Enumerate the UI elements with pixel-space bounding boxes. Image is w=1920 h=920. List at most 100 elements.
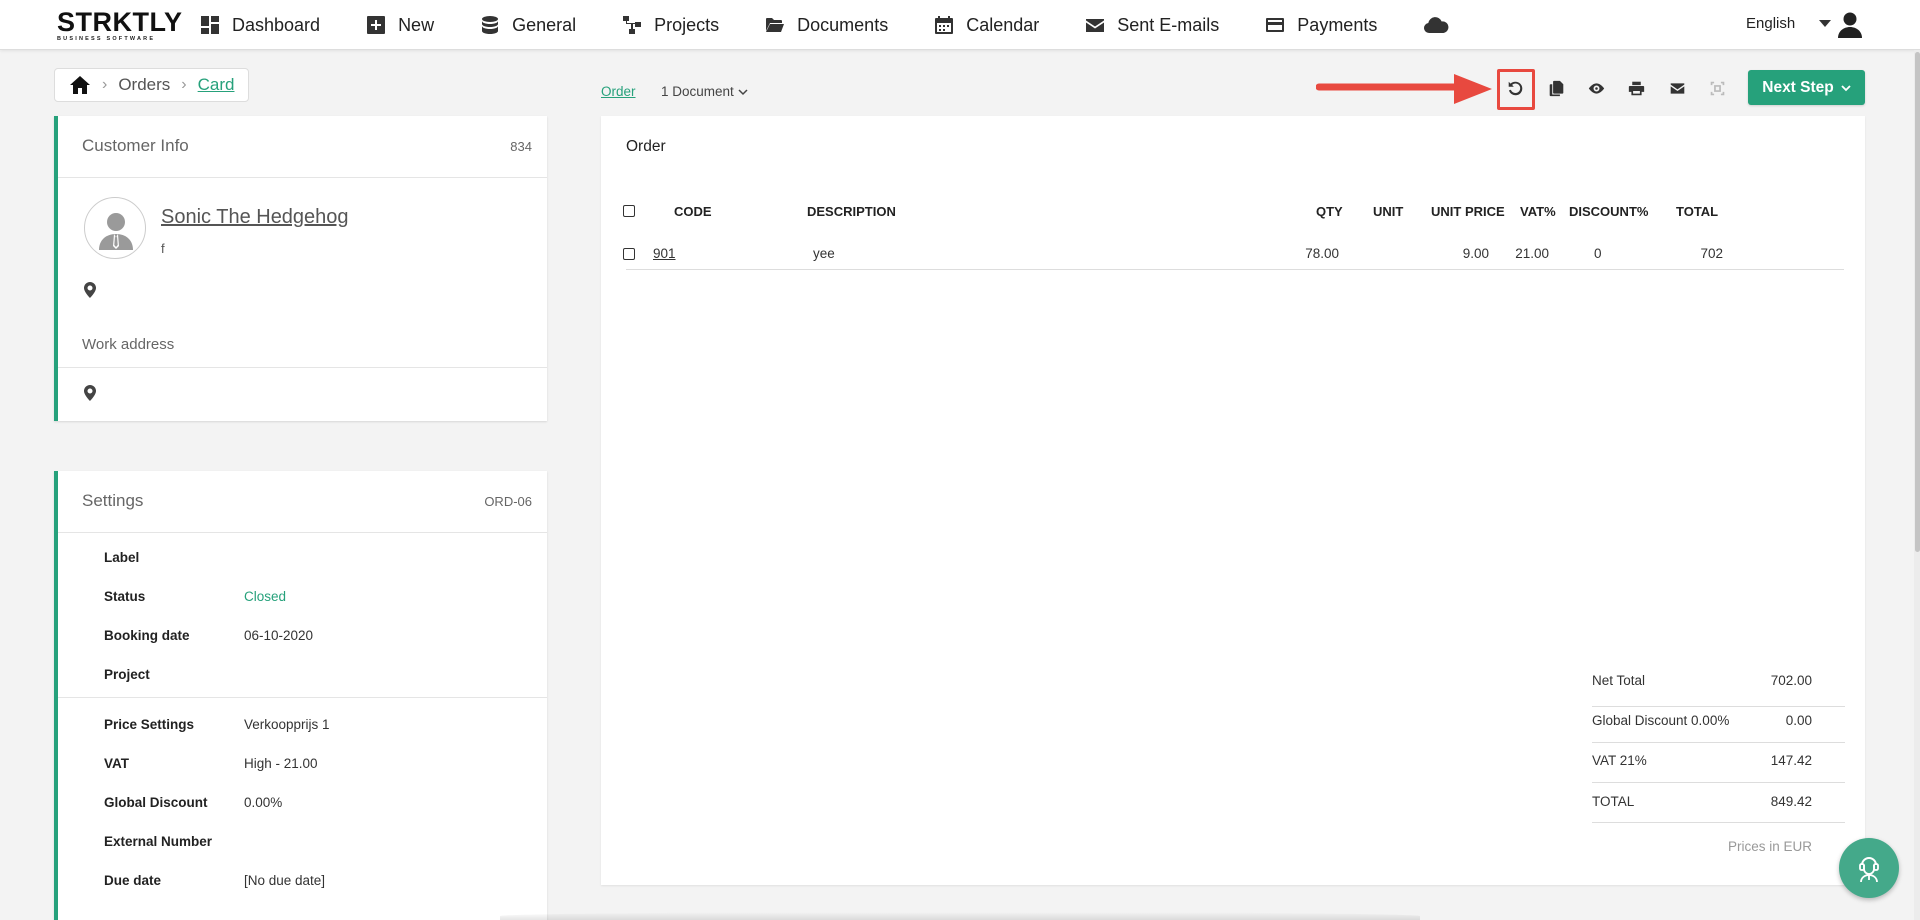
setting-label: External Number [104, 834, 213, 849]
grand-total-value: 849.42 [1770, 794, 1812, 809]
main-menu: Dashboard New General Projects Documents… [200, 0, 1495, 50]
dashboard-icon [201, 16, 219, 34]
plus-square-icon [367, 16, 386, 34]
chevron-right-icon: › [102, 76, 108, 93]
nav-item-label: Payments [1297, 14, 1378, 35]
cloud-icon [1424, 17, 1449, 33]
column-header-qty[interactable]: QTY [1316, 204, 1343, 219]
caret-down-icon [1819, 20, 1832, 27]
totals-divider [1592, 742, 1845, 743]
row-total: 702 [1700, 246, 1723, 261]
row-description: yee [813, 246, 835, 261]
totals-divider [1592, 706, 1845, 707]
column-header-vat[interactable]: VAT% [1520, 204, 1556, 219]
setting-label: Label [104, 550, 140, 565]
undo-icon [1508, 81, 1522, 95]
totals-divider [1592, 822, 1845, 823]
setting-label: Project [104, 667, 150, 682]
home-icon[interactable] [69, 75, 91, 95]
column-header-total[interactable]: TOTAL [1676, 204, 1718, 219]
document-type-link[interactable]: Order [601, 84, 636, 99]
row-unit-price: 9.00 [1462, 246, 1489, 261]
column-header-unit-price[interactable]: UNIT PRICE [1431, 204, 1505, 219]
breadcrumb-orders[interactable]: Orders [118, 75, 170, 95]
crop-button[interactable] [1707, 78, 1727, 98]
column-header-unit[interactable]: UNIT [1373, 204, 1403, 219]
bottom-shadow [500, 912, 1420, 920]
credit-card-icon [1266, 18, 1285, 32]
vat-total-label: VAT 21% [1592, 753, 1647, 768]
nav-item-dashboard[interactable]: Dashboard [200, 15, 320, 36]
work-address-label: Work address [82, 336, 175, 353]
print-button[interactable] [1626, 78, 1646, 98]
nav-item-general[interactable]: General [480, 15, 576, 36]
document-panel: Order CODE DESCRIPTION QTY UNIT UNIT PRI… [601, 116, 1865, 885]
nav-item-new[interactable]: New [366, 15, 434, 36]
column-header-code[interactable]: CODE [674, 204, 712, 219]
crop-icon [1710, 81, 1724, 95]
support-chat-button[interactable] [1839, 838, 1899, 898]
copy-button[interactable] [1546, 78, 1566, 98]
booking-date-value[interactable]: 06-10-2020 [244, 628, 313, 643]
prices-currency-note: Prices in EUR [1727, 839, 1812, 854]
nav-item-calendar[interactable]: Calendar [934, 15, 1039, 36]
language-selector[interactable]: English [1746, 15, 1832, 32]
support-agent-icon [1859, 857, 1879, 883]
email-button[interactable] [1667, 78, 1687, 98]
status-value[interactable]: Closed [244, 589, 286, 604]
document-count-dropdown[interactable]: 1 Document [661, 84, 748, 99]
setting-label: Status [104, 589, 146, 604]
settings-card: Settings ORD-06 Label Status Closed Book… [54, 471, 547, 920]
row-qty: 78.00 [1305, 246, 1339, 261]
logo-text: STRKTLY [57, 7, 183, 37]
price-settings-value[interactable]: Verkoopprijs 1 [244, 717, 330, 732]
document-title: Order [626, 138, 666, 155]
preview-button[interactable] [1586, 78, 1606, 98]
nav-item-label: Projects [654, 14, 720, 35]
page-scrollbar-thumb[interactable] [1915, 52, 1920, 552]
database-icon [482, 16, 499, 34]
due-date-value[interactable]: [No due date] [244, 873, 325, 888]
setting-label: VAT [104, 756, 129, 771]
card-title: Customer Info [82, 136, 189, 155]
map-marker-icon [84, 282, 96, 298]
column-header-discount[interactable]: DISCOUNT% [1569, 204, 1648, 219]
card-title: Settings [82, 491, 144, 510]
vat-value[interactable]: High - 21.00 [244, 756, 318, 771]
column-header-description[interactable]: DESCRIPTION [807, 204, 896, 219]
net-total-value: 702.00 [1770, 673, 1812, 688]
nav-item-label: Sent E-mails [1117, 14, 1220, 35]
user-icon[interactable] [1836, 11, 1864, 39]
divider [58, 367, 547, 368]
logo[interactable]: STRKTLY BUSINESS SOFTWARE [57, 7, 183, 43]
breadcrumb-card[interactable]: Card [198, 75, 235, 95]
top-navbar: STRKTLY BUSINESS SOFTWARE Dashboard New … [0, 0, 1920, 50]
customer-name-link[interactable]: Sonic The Hedgehog [161, 206, 349, 229]
nav-item-cloud[interactable] [1423, 14, 1449, 36]
select-all-checkbox[interactable] [623, 205, 635, 217]
breadcrumb: › Orders › Card [54, 68, 250, 102]
global-discount-value[interactable]: 0.00% [244, 795, 282, 810]
divider [58, 697, 547, 698]
nav-item-projects[interactable]: Projects [622, 15, 719, 36]
totals-divider [1592, 782, 1845, 783]
row-vat: 21.00 [1515, 246, 1549, 261]
setting-label: Due date [104, 873, 162, 888]
row-checkbox[interactable] [623, 248, 635, 260]
envelope-icon [1670, 82, 1684, 94]
row-divider [626, 269, 1844, 270]
nav-item-sent-emails[interactable]: Sent E-mails [1085, 15, 1219, 36]
eye-icon [1588, 82, 1604, 94]
nav-item-label: Calendar [966, 14, 1040, 35]
nav-item-documents[interactable]: Documents [765, 15, 888, 36]
avatar [84, 197, 146, 259]
order-code: ORD-06 [484, 494, 532, 509]
row-discount: 0 [1594, 246, 1602, 261]
global-discount-label: Global Discount 0.00% [1592, 713, 1730, 728]
undo-button[interactable] [1505, 78, 1525, 98]
next-step-label: Next Step [1762, 78, 1834, 96]
next-step-button[interactable]: Next Step [1748, 70, 1865, 105]
row-code-link[interactable]: 901 [653, 246, 676, 261]
nav-item-payments[interactable]: Payments [1265, 15, 1377, 36]
nav-item-label: Dashboard [232, 14, 321, 35]
